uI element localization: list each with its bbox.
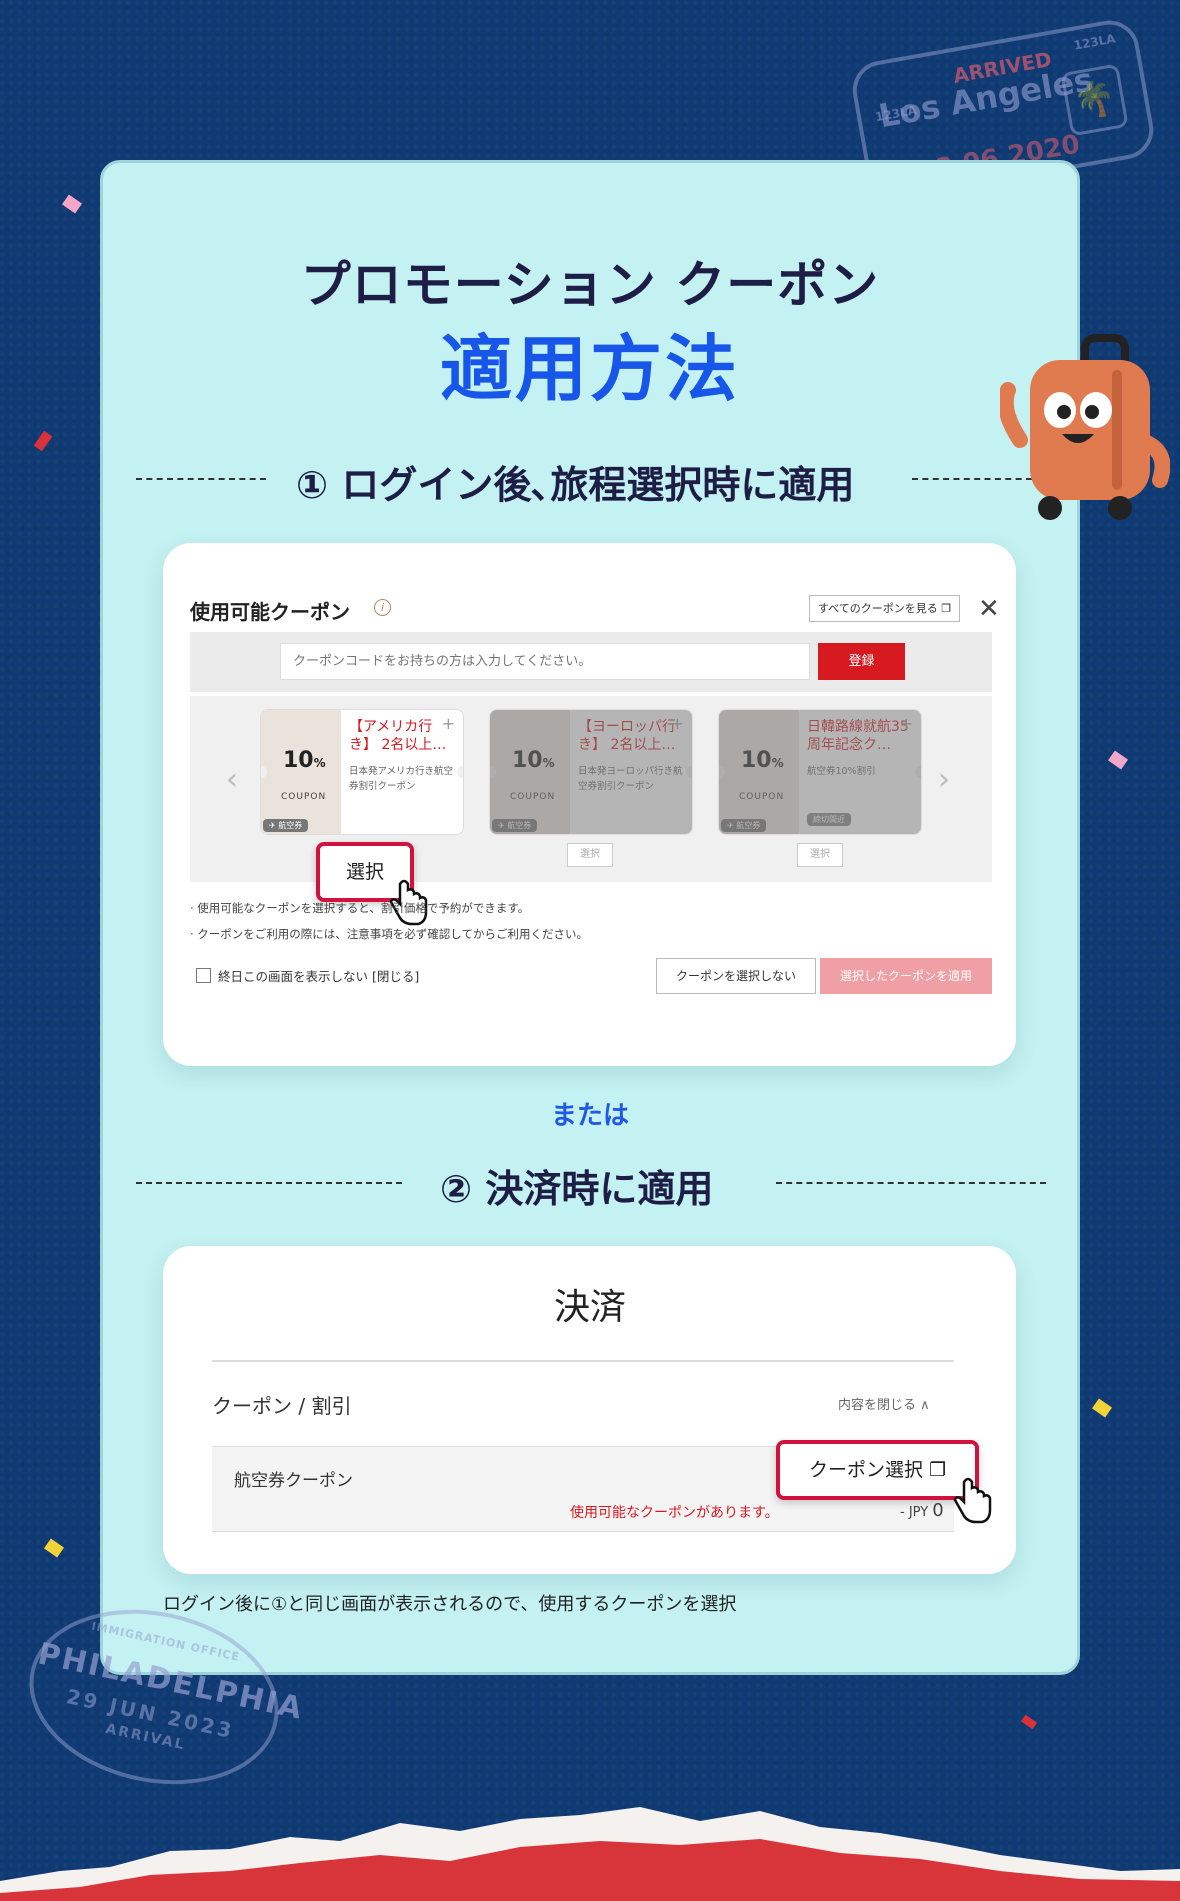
coupon-stub: [490, 710, 570, 834]
notice-text: · クーポンをご利用の際には、注意事項を必ず確認してからご利用ください。: [190, 927, 588, 941]
hide-today-label[interactable]: 終日この画面を表示しない [閉じる]: [218, 966, 419, 985]
register-button[interactable]: 登録: [818, 643, 905, 680]
coupon-desc: 日本発ヨーロッパ行き航空券割引クーポン: [578, 766, 683, 792]
chevron-left-icon[interactable]: ‹: [226, 762, 238, 797]
or-label: または: [550, 1101, 629, 1131]
footer-note: ログイン後に①と同じ画面が表示されるので、使用するクーポンを選択: [163, 1594, 737, 1615]
pointer-hand-icon: [953, 1477, 992, 1524]
coupon-label: COUPON: [281, 792, 327, 802]
see-all-coupons-button[interactable]: すべてのクーポンを見る ❐: [809, 595, 960, 622]
payment-title: 決済: [553, 1287, 626, 1328]
hide-today-checkbox[interactable]: [196, 968, 211, 983]
plus-icon: +: [670, 714, 684, 733]
torn-paper-decoration: [0, 1807, 1180, 1901]
coupon-card[interactable]: 10% COUPON ✈ 航空券 日韓路線就航35周年記念ク… + 航空券10%…: [718, 709, 922, 835]
chevron-right-icon[interactable]: ›: [938, 762, 950, 797]
coupon-title: 日韓路線就航35周年記念ク…: [807, 719, 909, 753]
page-title: プロモーション クーポン: [300, 256, 880, 314]
coupon-percent: 10%: [283, 748, 326, 773]
coupon-tag: ✈ 航空券: [721, 819, 767, 832]
coupon-select-button[interactable]: クーポン選択 ❐: [776, 1440, 979, 1500]
coupon-desc: 航空券10%割引: [807, 766, 876, 777]
plus-icon: +: [899, 714, 913, 733]
no-coupon-button[interactable]: クーポンを選択しない: [656, 958, 816, 994]
discount-amount: - JPY 0: [900, 1500, 944, 1521]
coupon-select-button[interactable]: 選択: [797, 843, 843, 867]
info-icon[interactable]: i: [374, 599, 391, 616]
coupon-code-input[interactable]: [280, 643, 810, 680]
close-icon[interactable]: ✕: [978, 596, 1000, 622]
coupon-title: 【ヨーロッパ行き】 2名以上…: [578, 719, 676, 753]
palm-tree-icon: 🌴: [1060, 63, 1129, 137]
suitcase-mascot-icon: [1000, 334, 1170, 520]
available-coupon-text: 使用可能なクーポンがあります。: [570, 1505, 779, 1521]
dashed-divider: [776, 1182, 1046, 1184]
coupon-notch: [686, 766, 692, 778]
coupon-tag: ✈ 航空券: [263, 819, 309, 832]
coupon-deadline-badge: 締切間近: [807, 813, 851, 826]
coupon-notch: [915, 766, 921, 778]
step2-heading: ② 決済時に適用: [440, 1167, 714, 1211]
coupon-percent: 10%: [741, 748, 784, 773]
step1-heading: ① ログイン後､旅程選択時に適用: [296, 463, 855, 507]
apply-coupon-button[interactable]: 選択したクーポンを適用: [820, 958, 992, 994]
modal-title: 使用可能クーポン: [190, 600, 350, 624]
stamp-code: 123LA: [1072, 31, 1117, 53]
coupon-notch: [719, 766, 725, 778]
coupon-card[interactable]: 10% COUPON ✈ 航空券 【アメリカ行き】 2名以上… + 日本発アメリ…: [260, 709, 464, 835]
coupon-title: 【アメリカ行き】 2名以上…: [349, 719, 447, 753]
coupon-label: COUPON: [510, 792, 556, 802]
coupon-card[interactable]: 10% COUPON ✈ 航空券 【ヨーロッパ行き】 2名以上… + 日本発ヨー…: [489, 709, 693, 835]
coupon-notch: [490, 766, 496, 778]
coupon-tag: ✈ 航空券: [492, 819, 538, 832]
dashed-divider: [136, 478, 266, 480]
coupon-stub: [719, 710, 799, 834]
coupon-desc: 日本発アメリカ行き航空券割引クーポン: [349, 766, 454, 792]
plus-icon: +: [441, 714, 455, 733]
coupon-discount-label: クーポン / 割引: [212, 1394, 352, 1418]
airline-coupon-label: 航空券クーポン: [234, 1471, 353, 1491]
dashed-divider: [136, 1182, 402, 1184]
coupon-select-button[interactable]: 選択: [567, 843, 613, 867]
coupon-percent: 10%: [512, 748, 555, 773]
coupon-notch: [457, 766, 463, 778]
divider: [212, 1360, 954, 1362]
notice-text: · 使用可能なクーポンを選択すると、割引価格で予約ができます。: [190, 901, 530, 915]
coupon-label: COUPON: [739, 792, 785, 802]
collapse-toggle[interactable]: 内容を閉じる ∧: [838, 1394, 930, 1413]
